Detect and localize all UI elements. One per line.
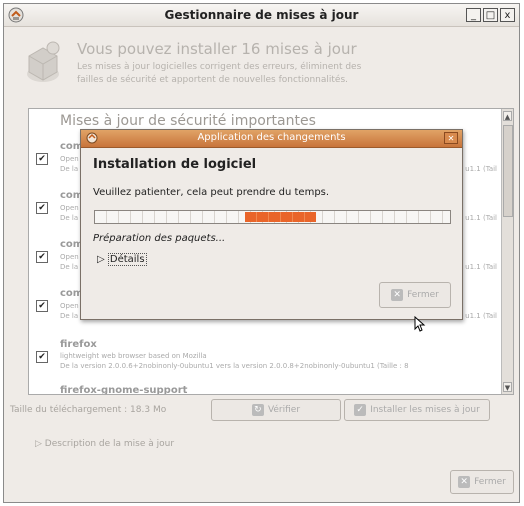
list-scrollbar[interactable]: ▲ ▼	[501, 109, 513, 394]
update-checkbox[interactable]: ✔	[36, 202, 48, 214]
apply-changes-dialog: Application des changements ✕ Installati…	[80, 129, 463, 320]
package-summary: Open	[60, 155, 79, 163]
expander-arrow-icon: ▷	[35, 439, 45, 449]
package-size: u1.1 (Tail	[465, 263, 497, 271]
progress-bar-fill	[245, 212, 316, 222]
package-version: De la	[60, 214, 79, 222]
check-button[interactable]: ↻ Vérifier	[211, 399, 341, 421]
details-label: Détails	[107, 253, 147, 266]
maximize-button[interactable]: □	[483, 8, 498, 22]
package-size: u1.1 (Tail	[465, 165, 497, 173]
package-summary: Open	[60, 204, 79, 212]
list-item[interactable]: firefox-gnome-support	[29, 383, 501, 395]
dialog-close-label: Fermer	[407, 290, 439, 300]
download-size: Taille du téléchargement : 18.3 Mo	[10, 405, 167, 415]
close-icon: ✕	[458, 476, 471, 488]
progress-bar	[94, 210, 451, 224]
dialog-title: Application des changements	[197, 132, 346, 143]
dialog-heading: Installation de logiciel	[93, 157, 257, 172]
dialog-close-button[interactable]: ✕ Fermer	[379, 282, 451, 308]
close-icon: ✕	[391, 289, 404, 301]
package-name: firefox-gnome-support	[60, 385, 188, 395]
window-close-button[interactable]: x	[500, 8, 515, 22]
package-version: De la version 2.0.0.6+2nobinonly-0ubuntu…	[60, 362, 409, 370]
dialog-status: Préparation des paquets...	[93, 233, 226, 244]
details-expander[interactable]: ▷ Détails	[97, 253, 147, 266]
update-checkbox[interactable]: ✔	[36, 300, 48, 312]
update-checkbox[interactable]: ✔	[36, 153, 48, 165]
description-toggle-label: Description de la mise à jour	[44, 439, 175, 449]
check-button-label: Vérifier	[267, 405, 301, 415]
package-update-icon	[27, 41, 60, 82]
minimize-button[interactable]: _	[466, 8, 481, 22]
window-titlebar[interactable]: Gestionnaire de mises à jour _ □ x	[4, 4, 519, 27]
refresh-icon: ↻	[251, 404, 264, 416]
scroll-up-arrow-icon[interactable]: ▲	[503, 111, 512, 121]
package-version: De la	[60, 312, 79, 320]
package-summary: Open	[60, 302, 79, 310]
dialog-message: Veuillez patienter, cela peut prendre du…	[93, 187, 330, 198]
install-updates-button[interactable]: ✓ Installer les mises à jour	[344, 399, 490, 421]
header-description: Les mises à jour logicielles corrigent d…	[77, 62, 362, 85]
window-controls: _ □ x	[466, 8, 515, 22]
package-summary: lightweight web browser based on Mozilla	[60, 352, 207, 360]
check-icon: ✓	[354, 404, 367, 416]
scrollbar-thumb[interactable]	[503, 125, 513, 217]
package-size: u1.1 (Tail	[465, 312, 497, 320]
close-button[interactable]: ✕ Fermer	[450, 470, 514, 494]
dialog-close-icon[interactable]: ✕	[444, 132, 458, 144]
package-name: firefox	[60, 339, 97, 350]
close-button-label: Fermer	[474, 477, 506, 487]
list-item[interactable]: ✔ firefox lightweight web browser based …	[29, 337, 501, 381]
package-version: De la	[60, 165, 79, 173]
scroll-down-arrow-icon[interactable]: ▼	[503, 382, 512, 392]
install-button-label: Installer les mises à jour	[370, 405, 480, 415]
header-title: Vous pouvez installer 16 mises à jour	[77, 40, 357, 58]
update-checkbox[interactable]: ✔	[36, 351, 48, 363]
package-version: De la	[60, 263, 79, 271]
mouse-cursor-icon	[414, 316, 426, 332]
list-heading: Mises à jour de sécurité importantes	[60, 113, 316, 129]
package-size: u1.1 (Tail	[465, 214, 497, 222]
window-title: Gestionnaire de mises à jour	[164, 8, 359, 22]
expander-arrow-icon: ▷	[97, 254, 108, 265]
description-expander[interactable]: ▷ Description de la mise à jour	[35, 439, 174, 449]
update-checkbox[interactable]: ✔	[36, 251, 48, 263]
package-summary: Open	[60, 253, 79, 261]
dialog-titlebar[interactable]: Application des changements ✕	[81, 130, 462, 148]
